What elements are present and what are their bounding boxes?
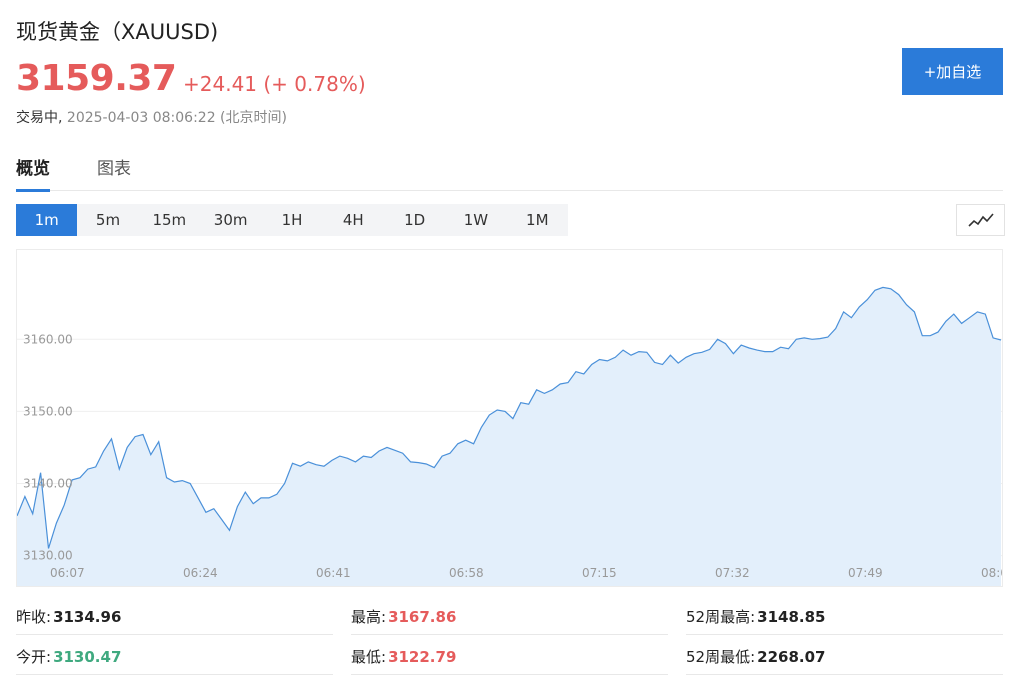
view-tabs: 概览 图表 xyxy=(16,154,1003,192)
divider xyxy=(16,674,333,675)
x-tick-label: 06:07 xyxy=(50,566,85,580)
period-15m[interactable]: 15m xyxy=(139,204,200,236)
x-tick-label: 07:15 xyxy=(582,566,617,580)
period-1mo[interactable]: 1M xyxy=(507,204,568,236)
period-4h[interactable]: 4H xyxy=(323,204,384,236)
instrument-title: 现货黄金（XAUUSD) xyxy=(16,20,219,44)
stat-prev-close: 昨收: 3134.96 xyxy=(16,606,121,627)
period-1d[interactable]: 1D xyxy=(384,204,445,236)
stat-value: 3122.79 xyxy=(388,648,457,666)
divider xyxy=(686,634,1003,635)
trading-status-line: 交易中, 2025-04-03 08:06:22 (北京时间) xyxy=(16,107,287,127)
stat-label: 昨收: xyxy=(16,608,52,626)
price-area xyxy=(17,287,1001,586)
x-tick-label: 06:24 xyxy=(183,566,218,580)
divider xyxy=(351,674,668,675)
stat-open: 今开: 3130.47 xyxy=(16,646,121,667)
stat-value: 3130.47 xyxy=(53,648,122,666)
divider xyxy=(351,634,668,635)
y-tick-label: 3150.00 xyxy=(23,404,73,418)
x-tick-label: 06:41 xyxy=(316,566,351,580)
x-tick-label: 06:58 xyxy=(449,566,484,580)
quote-timestamp: 2025-04-03 08:06:22 (北京时间) xyxy=(66,110,287,126)
current-price: 3159.37 xyxy=(16,58,177,99)
stat-label: 最高: xyxy=(351,608,387,626)
y-tick-label: 3130.00 xyxy=(23,549,73,563)
period-1m[interactable]: 1m xyxy=(16,204,78,236)
stat-value: 3167.86 xyxy=(388,608,457,626)
add-to-watchlist-button[interactable]: +加自选 xyxy=(902,48,1003,95)
period-selector: 1m 5m 15m 30m 1H 4H 1D 1W 1M xyxy=(16,204,568,236)
stat-52w-high: 52周最高: 3148.85 xyxy=(686,606,825,627)
stat-value: 2268.07 xyxy=(757,648,826,666)
stat-label: 52周最低: xyxy=(686,648,756,666)
stat-52w-low: 52周最低: 2268.07 xyxy=(686,646,825,667)
price-change: +24.41 (+ 0.78%) xyxy=(183,72,366,96)
x-tick-label: 07:49 xyxy=(848,566,883,580)
divider xyxy=(16,634,333,635)
period-30m[interactable]: 30m xyxy=(200,204,261,236)
period-1h[interactable]: 1H xyxy=(261,204,322,236)
stat-low: 最低: 3122.79 xyxy=(351,646,456,667)
stat-label: 今开: xyxy=(16,648,52,666)
y-tick-label: 3160.00 xyxy=(23,332,73,346)
stat-label: 最低: xyxy=(351,648,387,666)
chart-type-button[interactable] xyxy=(956,204,1005,236)
tab-chart[interactable]: 图表 xyxy=(97,154,131,189)
trading-status: 交易中, xyxy=(16,110,63,126)
period-1w[interactable]: 1W xyxy=(445,204,506,236)
price-chart[interactable]: 3130.00 3140.00 3150.00 3160.00 06:07 06:24 06… xyxy=(16,249,1003,587)
y-tick-label: 3140.00 xyxy=(23,476,73,490)
x-tick-label: 07:32 xyxy=(715,566,750,580)
stat-value: 3148.85 xyxy=(757,608,826,626)
line-chart-icon xyxy=(967,213,994,227)
x-tick-label: 08:0 xyxy=(981,566,1003,580)
stat-value: 3134.96 xyxy=(53,608,122,626)
period-5m[interactable]: 5m xyxy=(77,204,138,236)
stat-label: 52周最高: xyxy=(686,608,756,626)
divider xyxy=(686,674,1003,675)
tab-overview[interactable]: 概览 xyxy=(16,154,50,192)
stat-high: 最高: 3167.86 xyxy=(351,606,456,627)
price-chart-svg: 3130.00 3140.00 3150.00 3160.00 06:07 06:24 06… xyxy=(17,286,1003,586)
